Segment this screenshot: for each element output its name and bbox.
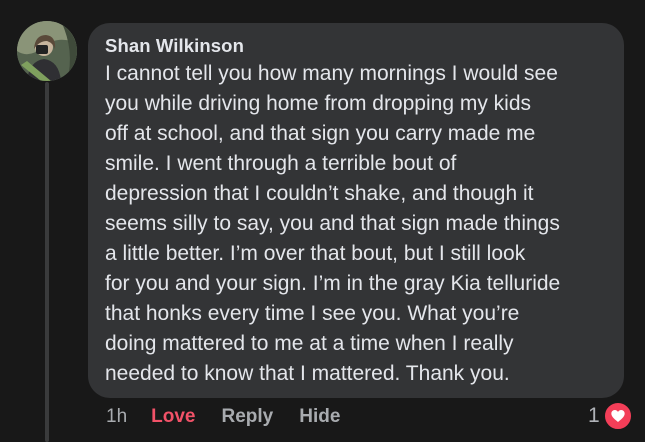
thread-line [45, 82, 49, 442]
reaction-summary[interactable]: 1 [588, 401, 633, 431]
hide-button[interactable]: Hide [299, 406, 340, 428]
comment-author[interactable]: Shan Wilkinson [105, 35, 244, 57]
avatar-photo [17, 21, 77, 81]
reply-button[interactable]: Reply [222, 406, 274, 428]
love-button[interactable]: Love [151, 406, 195, 428]
comment-actions: 1h Love Reply Hide [106, 404, 366, 430]
heart-icon [602, 401, 633, 431]
comment-timestamp[interactable]: 1h [106, 406, 127, 428]
comment-bubble: Shan Wilkinson I cannot tell you how man… [88, 23, 624, 398]
avatar[interactable] [17, 21, 77, 81]
comment-text: I cannot tell you how many mornings I wo… [105, 62, 561, 385]
reaction-count: 1 [588, 404, 600, 427]
